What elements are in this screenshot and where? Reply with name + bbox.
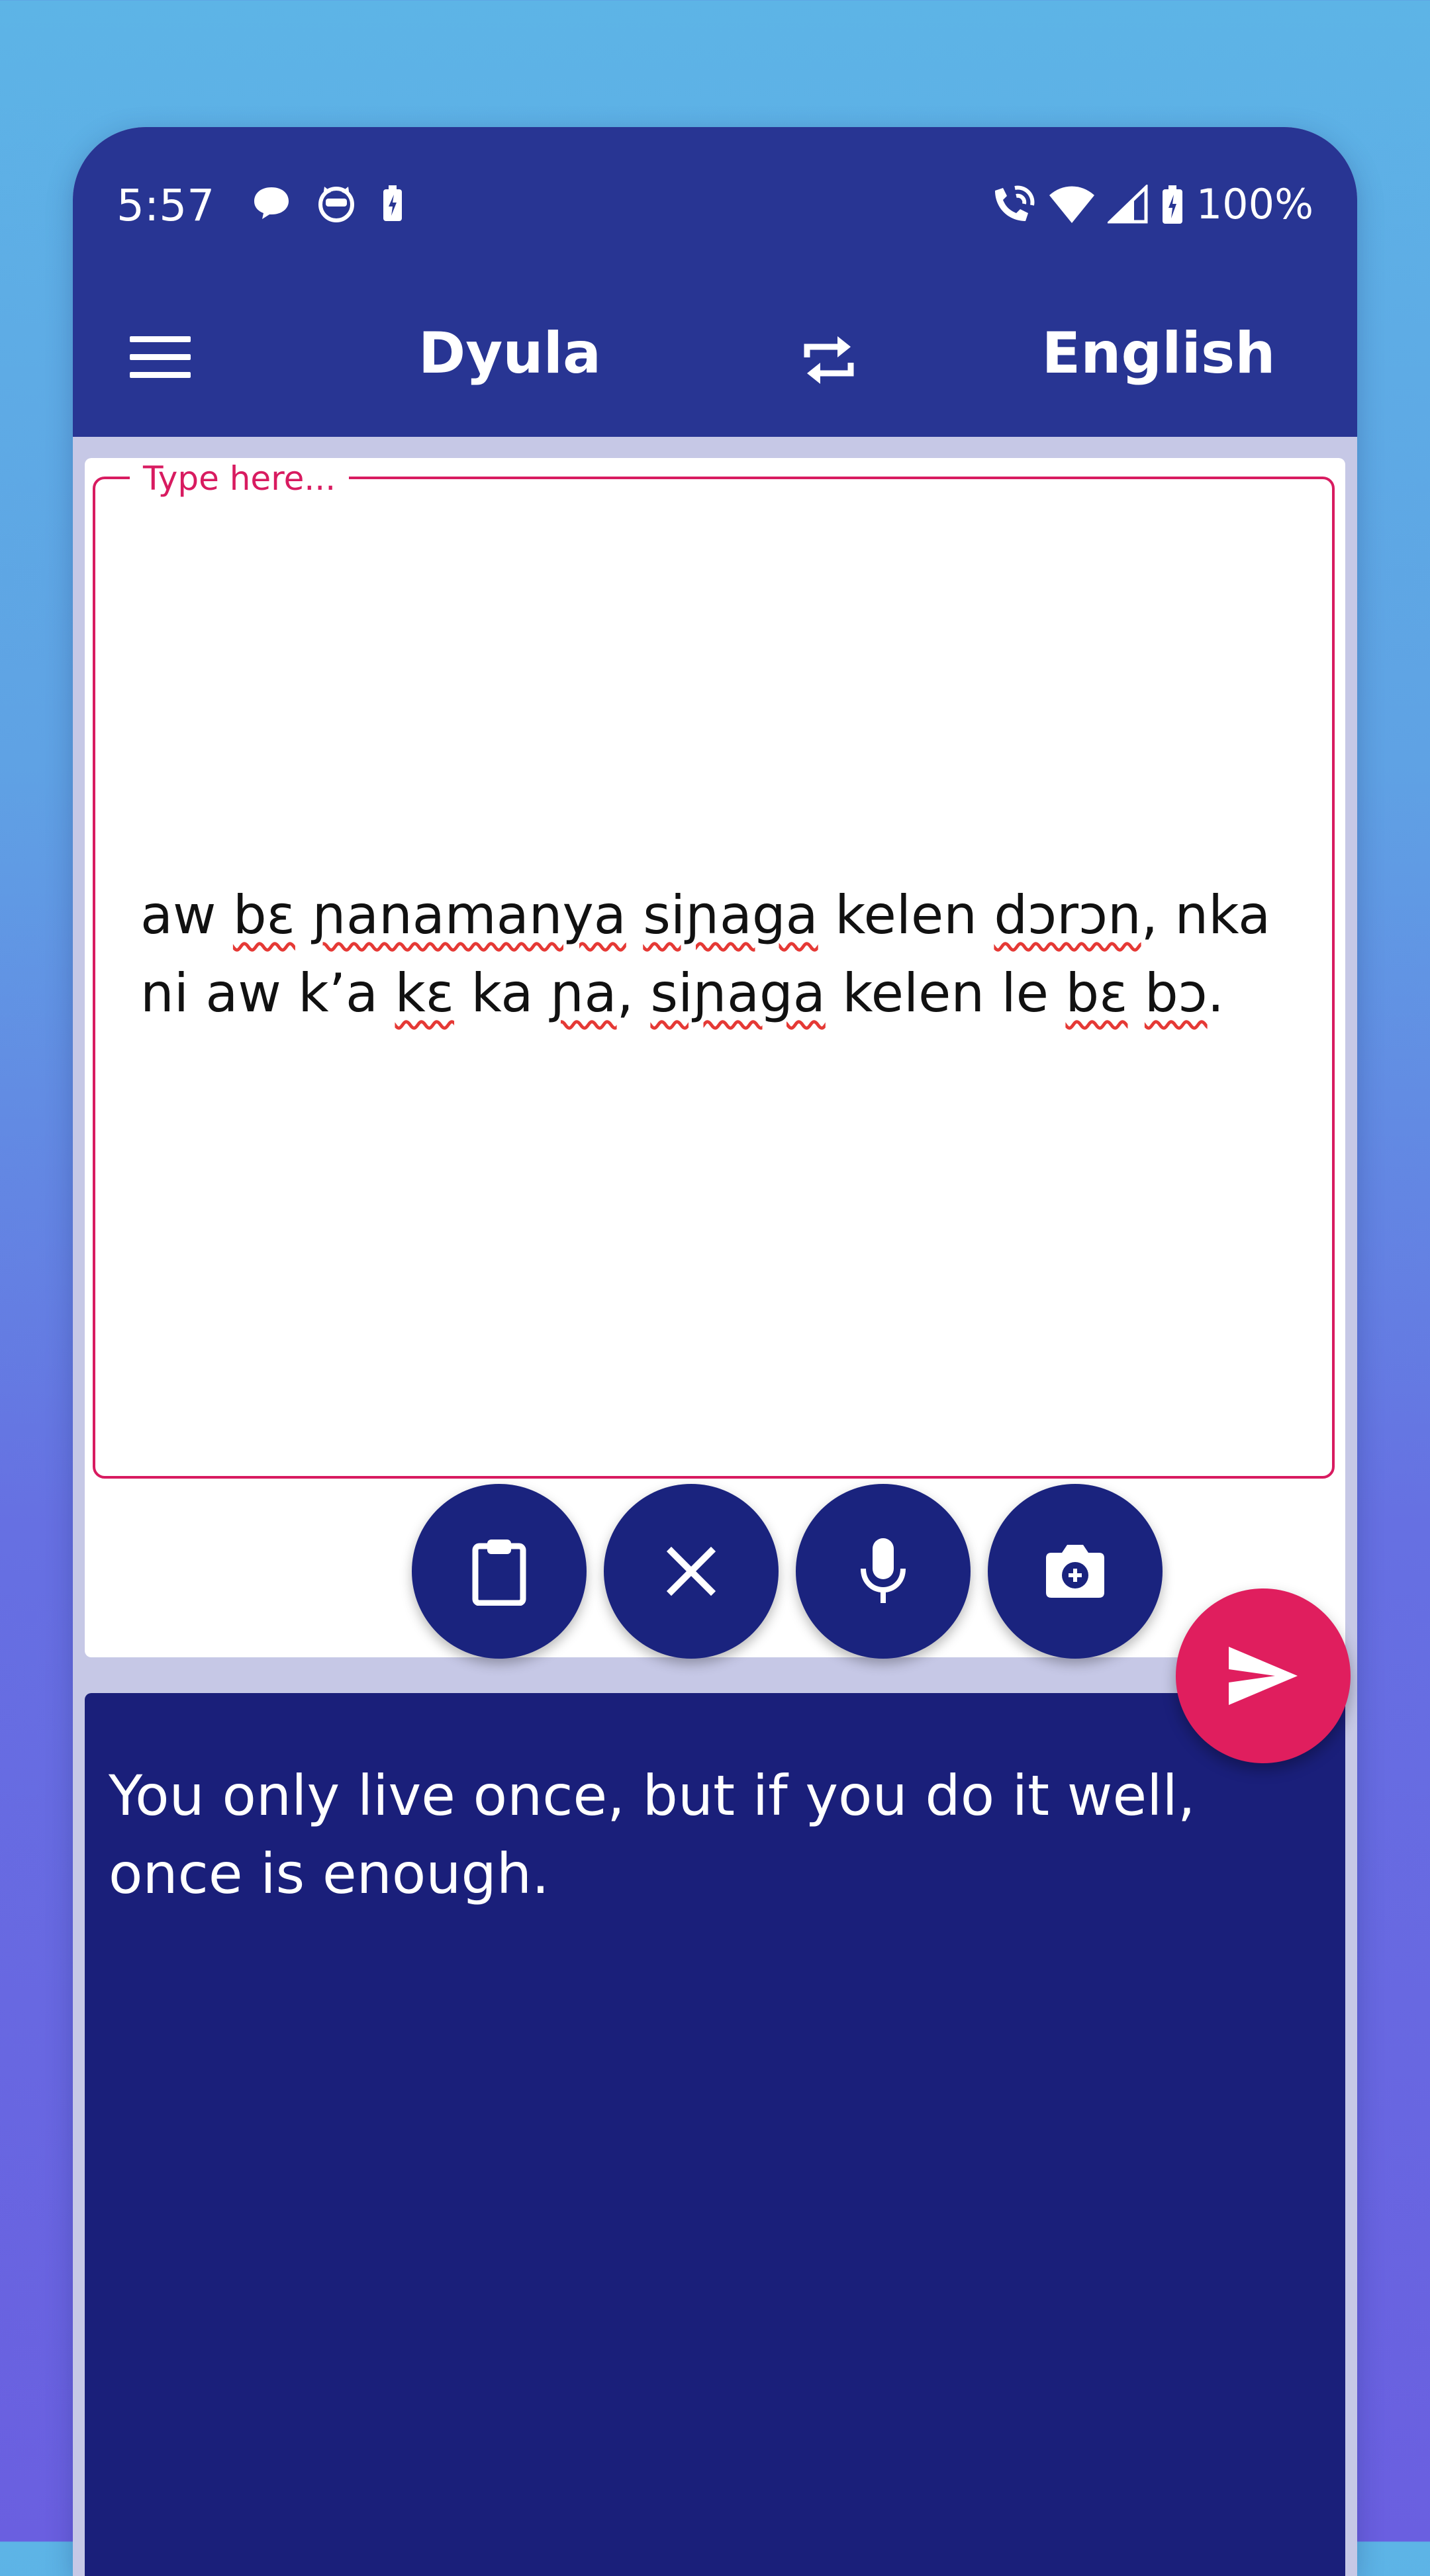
wifi-icon xyxy=(1049,186,1094,223)
wifi-calling-icon xyxy=(994,185,1035,221)
misspelled-word[interactable]: ɲanamanya xyxy=(312,884,626,946)
menu-button[interactable] xyxy=(127,324,193,391)
status-notification-icons xyxy=(252,184,404,222)
misspelled-word[interactable]: dɔrɔn xyxy=(994,884,1141,946)
source-text-field[interactable]: Type here... aw bɛ ɲanamanya siɲaga kele… xyxy=(93,459,1335,1479)
misspelled-word[interactable]: ɲa xyxy=(550,962,617,1024)
text-segment: kelen le xyxy=(825,962,1066,1024)
text-segment: , xyxy=(616,962,651,1024)
misspelled-word[interactable]: bɛ xyxy=(1065,962,1127,1024)
misspelled-word[interactable]: bɛ xyxy=(233,884,295,946)
target-language-selector[interactable]: English xyxy=(1013,320,1304,387)
source-language-selector[interactable]: Dyula xyxy=(364,320,655,387)
camera-icon xyxy=(1046,1545,1104,1598)
swap-languages-icon xyxy=(804,336,854,384)
status-bar: 5:57 100% xyxy=(73,127,1357,286)
misspelled-word[interactable]: siɲaga xyxy=(643,884,818,946)
text-segment xyxy=(295,884,312,946)
hamburger-menu-icon xyxy=(130,336,191,378)
clear-button[interactable] xyxy=(604,1484,779,1659)
text-segment: ka xyxy=(454,962,550,1024)
voice-input-button[interactable] xyxy=(796,1484,971,1659)
cat-face-icon xyxy=(318,187,354,222)
close-icon xyxy=(666,1546,716,1596)
translate-send-button[interactable] xyxy=(1176,1588,1351,1763)
status-system-icons: 100% xyxy=(990,180,1313,228)
text-segment: . xyxy=(1207,962,1225,1024)
paste-button[interactable] xyxy=(412,1484,587,1659)
text-segment xyxy=(1127,962,1144,1024)
source-text[interactable]: aw bɛ ɲanamanya siɲaga kelen dɔrɔn, nka … xyxy=(140,876,1292,1033)
camera-button[interactable] xyxy=(988,1484,1163,1659)
microphone-icon xyxy=(861,1538,906,1603)
text-segment: aw xyxy=(140,884,233,946)
phone-frame: 5:57 100% Dyula English Type here... aw … xyxy=(73,127,1357,2576)
translation-output-card: You only live once, but if you do it wel… xyxy=(85,1693,1345,2576)
input-actions xyxy=(412,1484,1163,1659)
signal-icon xyxy=(1107,184,1148,223)
status-time: 5:57 xyxy=(117,180,215,231)
swap-languages-button[interactable] xyxy=(789,320,869,400)
input-card: Type here... aw bɛ ɲanamanya siɲaga kele… xyxy=(85,458,1345,1659)
source-text-label: Type here... xyxy=(130,459,350,498)
chat-bubble-icon xyxy=(254,187,289,219)
misspelled-word[interactable]: kɛ xyxy=(395,962,454,1024)
battery-charging-icon xyxy=(383,185,402,221)
translation-output-text: You only live once, but if you do it wel… xyxy=(109,1763,1196,1906)
clipboard-icon xyxy=(472,1540,526,1606)
misspelled-word[interactable]: bɔ xyxy=(1145,962,1208,1024)
misspelled-word[interactable]: siɲaga xyxy=(650,962,825,1024)
send-icon xyxy=(1229,1647,1298,1705)
battery-percentage: 100% xyxy=(1196,180,1313,228)
app-bar: Dyula English xyxy=(73,286,1357,437)
text-segment: kelen xyxy=(818,884,994,946)
battery-full-icon xyxy=(1162,185,1182,224)
text-segment xyxy=(626,884,643,946)
